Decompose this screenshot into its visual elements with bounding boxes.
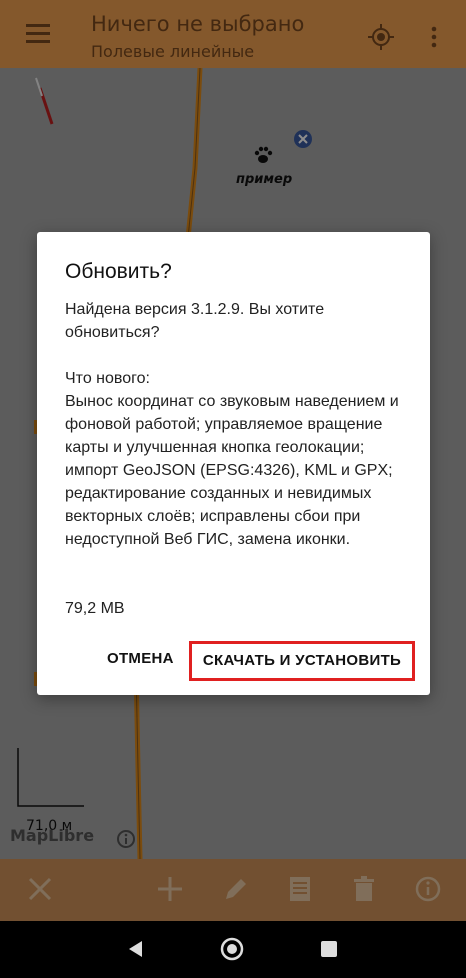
download-size: 79,2 MB <box>65 600 125 617</box>
download-install-button[interactable]: СКАЧАТЬ И УСТАНОВИТЬ <box>189 641 415 681</box>
cancel-button[interactable]: ОТМЕНА <box>107 650 174 667</box>
recents-icon[interactable] <box>320 940 338 958</box>
back-icon[interactable] <box>126 939 146 959</box>
dialog-message: Найдена версия 3.1.2.9. Вы хотите обнови… <box>65 301 399 548</box>
home-icon[interactable] <box>220 937 244 961</box>
system-nav-bar <box>0 921 466 978</box>
update-dialog: Обновить? Найдена версия 3.1.2.9. Вы хот… <box>37 232 430 695</box>
app-screen: Ничего не выбрано Полевые линейные приме… <box>0 0 466 978</box>
dialog-title: Обновить? <box>65 260 172 283</box>
